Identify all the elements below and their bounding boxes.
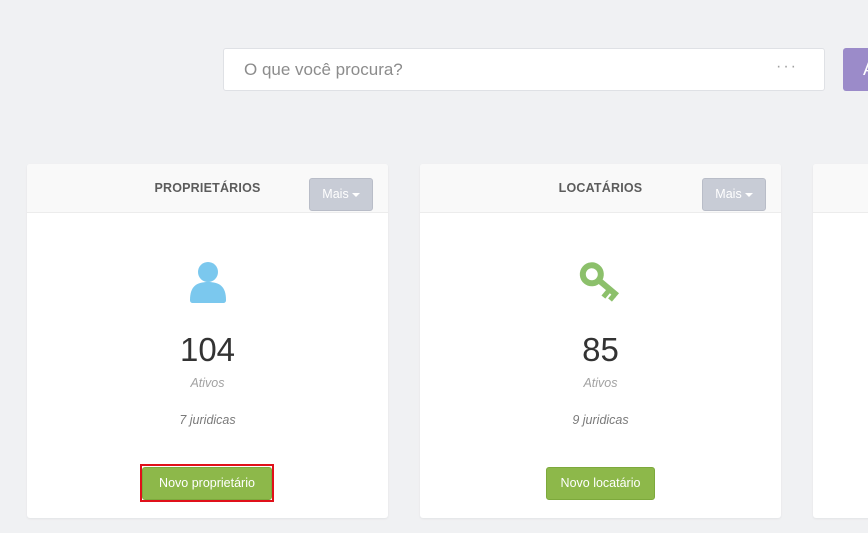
- owners-card: PROPRIETÁRIOS Mais 104 Ativos 7 juridica…: [27, 164, 388, 518]
- tenants-card: LOCATÁRIOS Mais 85 Ativos 9 juridicas No…: [420, 164, 781, 518]
- more-dots-icon[interactable]: ···: [776, 58, 798, 76]
- owners-card-header: PROPRIETÁRIOS Mais: [27, 164, 388, 213]
- key-icon: [420, 260, 781, 304]
- tenants-more-button[interactable]: Mais: [702, 178, 766, 211]
- tenants-card-header: LOCATÁRIOS Mais: [420, 164, 781, 213]
- user-icon: [27, 260, 388, 304]
- owners-legal-count: 7 juridicas: [179, 413, 236, 427]
- owners-status: Ativos: [190, 376, 225, 390]
- third-card: [813, 164, 868, 518]
- owners-count: 104: [179, 331, 236, 368]
- caret-down-icon: [744, 192, 753, 197]
- owners-more-label: Mais: [322, 187, 349, 201]
- new-owner-button[interactable]: Novo proprietário: [142, 467, 272, 500]
- caret-down-icon: [351, 192, 360, 197]
- owners-more-button[interactable]: Mais: [309, 178, 373, 211]
- third-card-header: [813, 164, 868, 213]
- new-tenant-button[interactable]: Novo locatário: [546, 467, 655, 500]
- tenants-count: 85: [582, 331, 619, 368]
- tenants-more-label: Mais: [715, 187, 742, 201]
- search-box: ···: [223, 48, 825, 91]
- tenants-legal-count: 9 juridicas: [572, 413, 629, 427]
- search-input[interactable]: [224, 49, 764, 90]
- search-action-button[interactable]: A: [843, 48, 868, 91]
- tenants-status: Ativos: [583, 376, 618, 390]
